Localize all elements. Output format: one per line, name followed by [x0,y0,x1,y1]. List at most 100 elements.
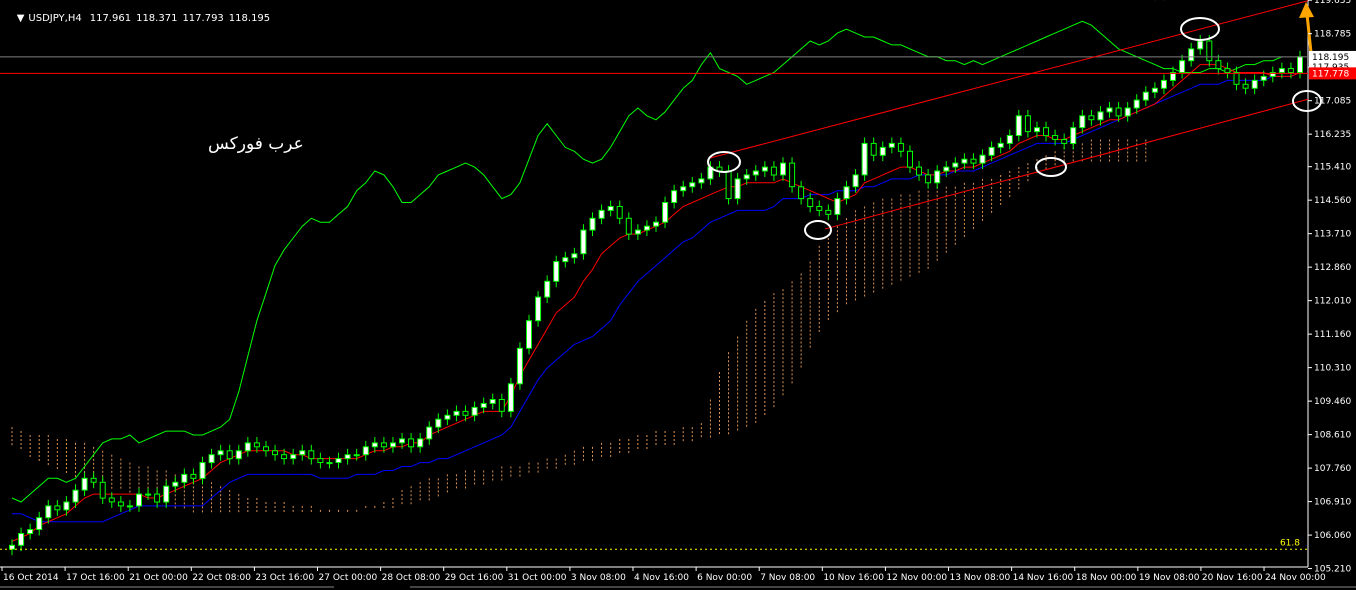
candle-body [997,142,1004,148]
time-tick-label: 23 Oct 16:00 [255,573,314,583]
low-price: 117.793 [182,13,224,24]
candle-body [498,399,505,412]
ichimoku-cloud [11,139,1147,514]
time-tick-label: 22 Oct 08:00 [192,573,251,583]
price-tick-label: 107.760 [1314,464,1351,474]
candle-body [689,182,696,188]
candle-body [643,225,650,231]
candle-body [371,442,378,448]
time-tick-label: 13 Nov 08:00 [950,573,1011,583]
candle-body [897,142,904,152]
candle-body [1034,127,1040,133]
candle-body [1106,107,1113,113]
candle-body [1179,60,1186,74]
candle-body [1088,115,1095,121]
chart-window[interactable]: 61.8 119.635118.785117.935117.085116.235… [0,0,1356,590]
time-tick-label: 29 Oct 16:00 [445,573,504,583]
candle-body [571,253,578,259]
price-tick-label: 115.410 [1314,163,1351,173]
candle-body [290,454,297,460]
candle-body [1151,87,1158,93]
candle-body [1224,68,1231,73]
candle-body [852,174,859,188]
highlight-circle [707,151,741,173]
candle-body [616,206,623,219]
candle-body [462,410,469,416]
candle-body [1206,40,1213,62]
candle-body [526,320,532,349]
candle-body [145,493,152,496]
candle-body [625,217,632,235]
candle-body [63,501,70,511]
candle-body [879,146,886,156]
candle-body [154,493,161,503]
candle-body [1115,107,1122,117]
time-tick-label: 12 Nov 00:00 [886,573,947,583]
symbol-label: USDJPY,H4 [28,13,82,24]
price-tick-label: 108.610 [1314,431,1351,441]
price-tick-label: 113.710 [1314,230,1351,240]
candle-body [136,493,142,507]
candle-body [217,450,224,456]
candle-body [544,280,551,298]
candle-body [970,158,977,164]
candle-body [662,202,669,223]
price-tick-label: 112.860 [1314,263,1351,273]
candle-body [99,481,106,499]
candle-body [353,454,360,457]
price-tick-label: 112.010 [1314,297,1351,307]
candle-body [453,410,460,416]
candle-body [562,257,569,263]
candle-body [417,438,424,448]
time-tick-label: 24 Nov 00:00 [1265,573,1326,583]
current-price-label: 117.778 [1312,69,1349,79]
price-axis[interactable]: 119.635118.785117.935117.085116.235115.4… [1308,0,1356,575]
candle-body [770,166,777,176]
candle-body [253,442,260,448]
time-tick-label: 4 Nov 16:00 [634,573,689,583]
candle-body [1215,60,1222,70]
candle-body [1251,79,1258,89]
candle-body [1297,56,1303,74]
candle-body [172,481,179,487]
candle-body [426,426,433,440]
candles [9,35,1303,556]
close-price: 118.195 [228,13,271,24]
candle-body [380,442,387,448]
candle-body [9,544,15,550]
candle-body [126,505,133,508]
chikou-line [11,20,1283,503]
price-tick-label: 114.560 [1314,196,1351,206]
candle-body [1242,83,1249,89]
candle-body [326,462,333,465]
watermark-text: عرب فوركس [208,134,304,154]
candle-body [181,473,188,483]
candle-body [81,477,88,491]
candle-body [961,158,968,164]
candle-body [653,221,659,227]
candle-body [916,166,922,176]
candle-body [208,454,215,464]
candle-body [45,505,52,519]
candle-body [235,450,242,460]
candle-body [362,446,369,456]
candle-body [979,154,986,164]
price-chart[interactable]: 61.8 119.635118.785117.935117.085116.235… [0,0,1356,590]
price-tick-label: 116.235 [1314,130,1351,140]
price-tick-label: 106.910 [1314,498,1351,508]
highlight-circle [804,220,832,240]
price-tick-label: 110.310 [1314,364,1351,374]
dropdown-triangle-icon[interactable]: ▼ [17,13,25,24]
candle-body [1160,79,1167,89]
candle-body [1015,115,1022,137]
trend-channel-line [824,98,1308,230]
candle-body [780,162,786,176]
candle-body [789,162,796,188]
candle-body [798,186,805,200]
time-axis[interactable]: 16 Oct 2014 17 Oct 16:00 21 Oct 00:00 22 Oc… [1,567,1326,583]
time-tick-label: 10 Nov 16:00 [823,573,884,583]
candle-body [471,406,478,416]
time-tick-label: 16 Oct 2014 [3,573,59,583]
candle-body [607,206,614,211]
chart-header: ▼ USDJPY,H4 117.961 118.371 117.793 118.195 [4,2,275,35]
